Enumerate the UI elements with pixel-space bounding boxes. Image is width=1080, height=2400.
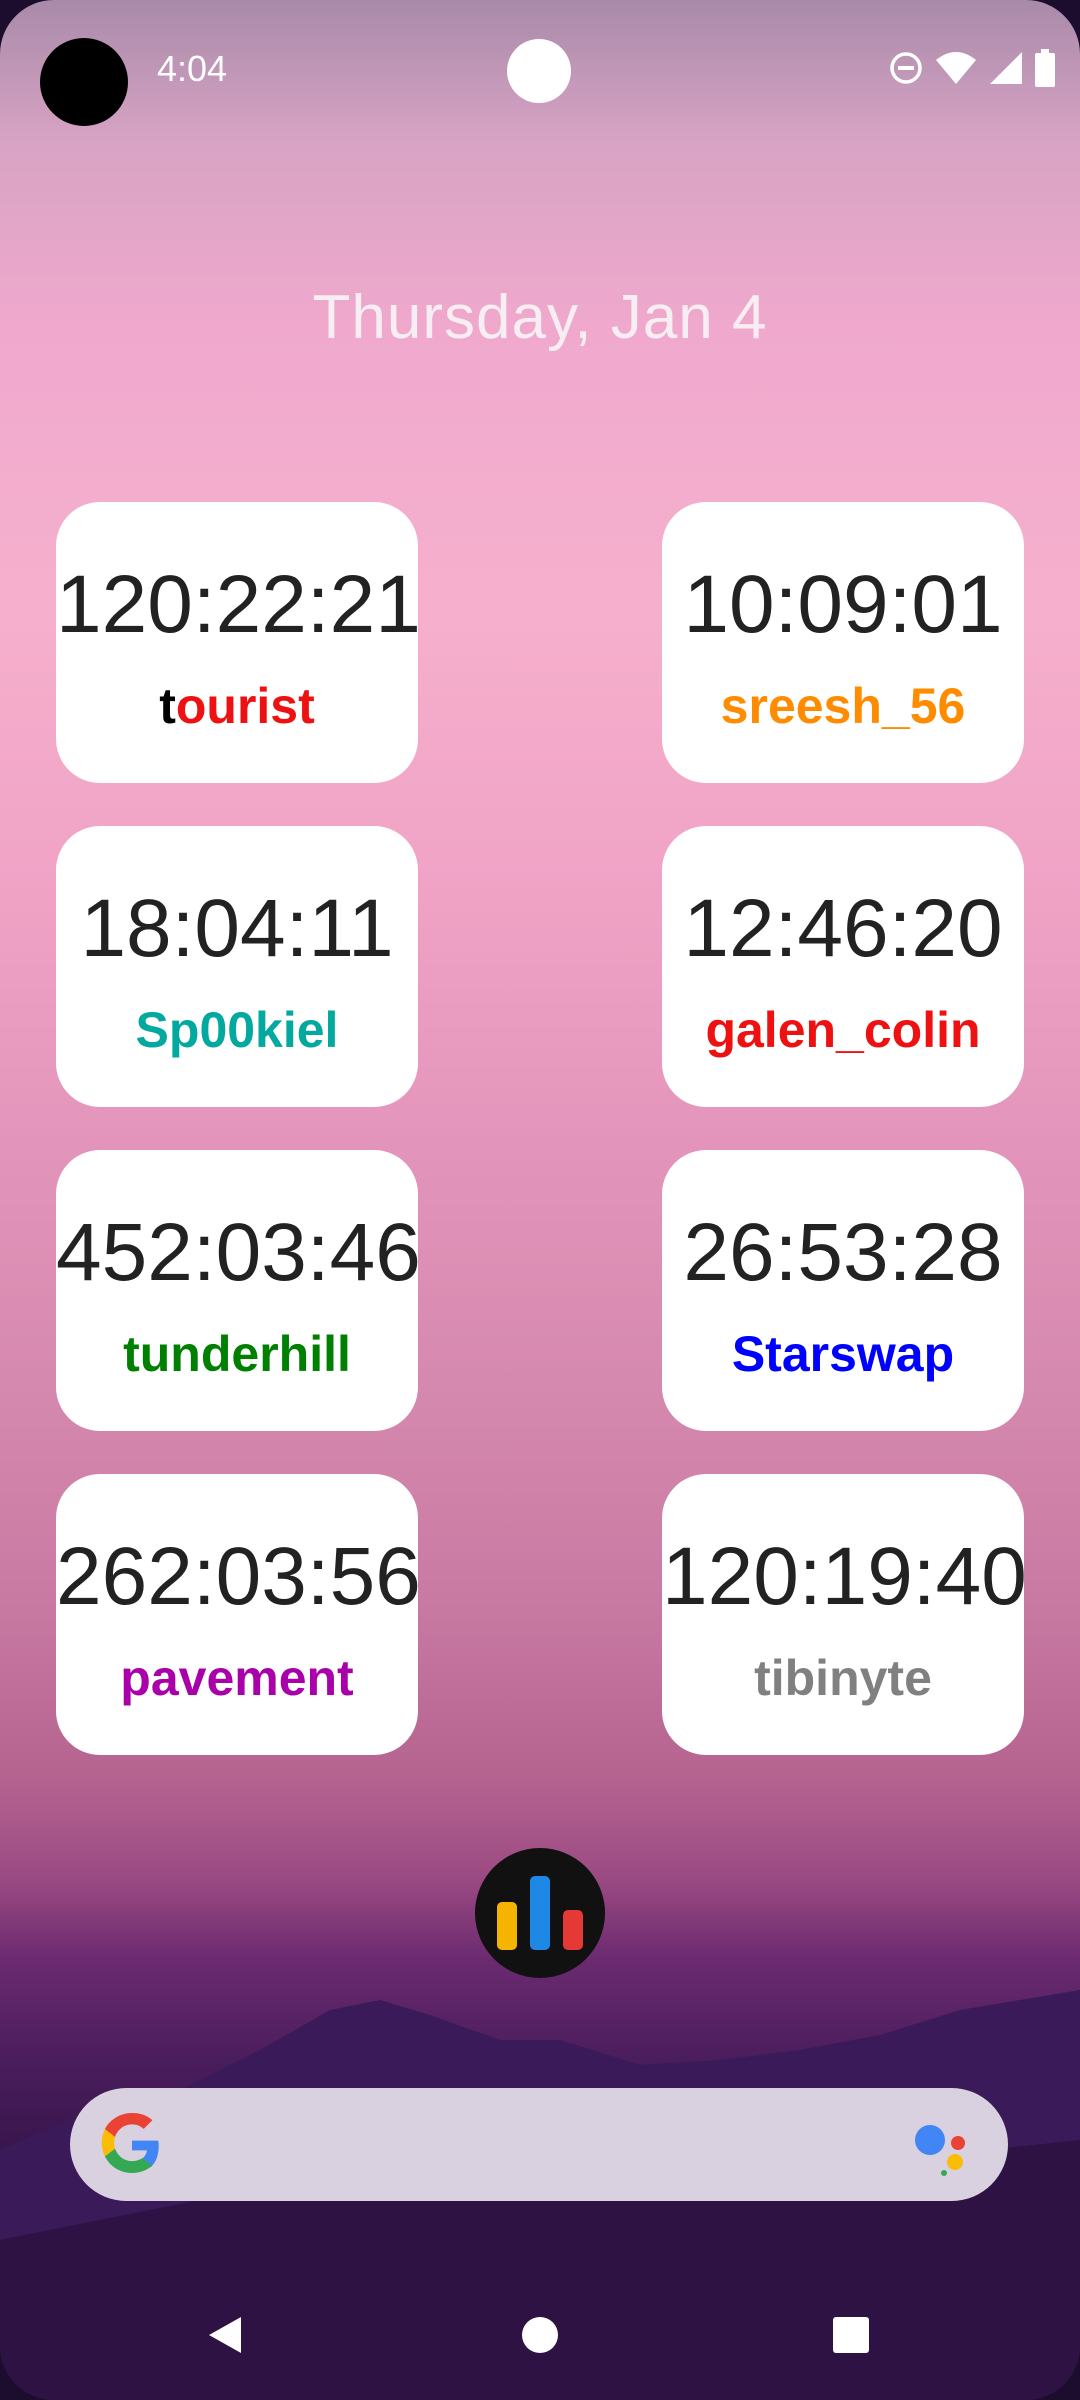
camera-cutout (40, 38, 128, 126)
status-bar: 4:04 (0, 0, 1080, 140)
date-widget[interactable]: Thursday, Jan 4 (0, 282, 1080, 353)
recents-icon[interactable] (806, 2290, 896, 2380)
timer-value: 10:09:01 (683, 559, 1003, 650)
timer-value: 26:53:28 (683, 1207, 1003, 1298)
google-search-bar[interactable] (70, 2088, 1008, 2201)
timer-value: 452:03:46 (56, 1207, 421, 1298)
navigation-bar (0, 2290, 1080, 2380)
username: Sp00kiel (135, 1002, 339, 1058)
do-not-disturb-icon (890, 52, 922, 84)
username: tourist (56, 677, 418, 735)
bar-chart-icon (497, 1876, 583, 1950)
battery-icon (1035, 49, 1055, 87)
username: Starswap (731, 1326, 955, 1382)
timer-card[interactable]: 120:22:21 tourist (56, 502, 421, 783)
timer-card[interactable]: 10:09:01 sreesh_56 (662, 502, 1024, 783)
timer-card[interactable]: 18:04:11 Sp00kiel (56, 826, 418, 1107)
home-icon[interactable] (495, 2290, 585, 2380)
username: galen_colin (705, 1002, 981, 1058)
username: tibinyte (754, 1650, 932, 1706)
front-camera (507, 39, 571, 103)
timer-value: 262:03:56 (56, 1531, 421, 1622)
timer-card[interactable]: 12:46:20 galen_colin (662, 826, 1024, 1107)
status-time: 4:04 (157, 48, 228, 89)
back-icon[interactable] (180, 2290, 270, 2380)
google-g-icon (101, 2113, 159, 2173)
username-rest: ourist (175, 678, 315, 734)
signal-icon (990, 52, 1022, 84)
username: sreesh_56 (720, 678, 966, 734)
timer-value: 120:22:21 (56, 559, 421, 650)
timer-card[interactable]: 262:03:56 pavement (56, 1474, 421, 1755)
username-first-letter: t (159, 678, 176, 734)
username: pavement (120, 1650, 354, 1706)
timer-card[interactable]: 452:03:46 tunderhill (56, 1150, 421, 1431)
timer-value: 12:46:20 (683, 883, 1003, 974)
bar-chart-app-icon[interactable] (475, 1848, 605, 1978)
timer-card[interactable]: 26:53:28 Starswap (662, 1150, 1024, 1431)
home-screen: 4:04 Thursday, Jan 4 120:22:21 tourist 1… (0, 0, 1080, 2400)
status-icons (888, 48, 1056, 88)
timer-card[interactable]: 120:19:40 tibinyte (662, 1474, 1027, 1755)
timer-value: 18:04:11 (80, 883, 394, 974)
timer-value: 120:19:40 (662, 1531, 1027, 1622)
username: tunderhill (123, 1326, 351, 1382)
google-assistant-icon[interactable] (912, 2116, 972, 2176)
wifi-icon (936, 52, 976, 84)
